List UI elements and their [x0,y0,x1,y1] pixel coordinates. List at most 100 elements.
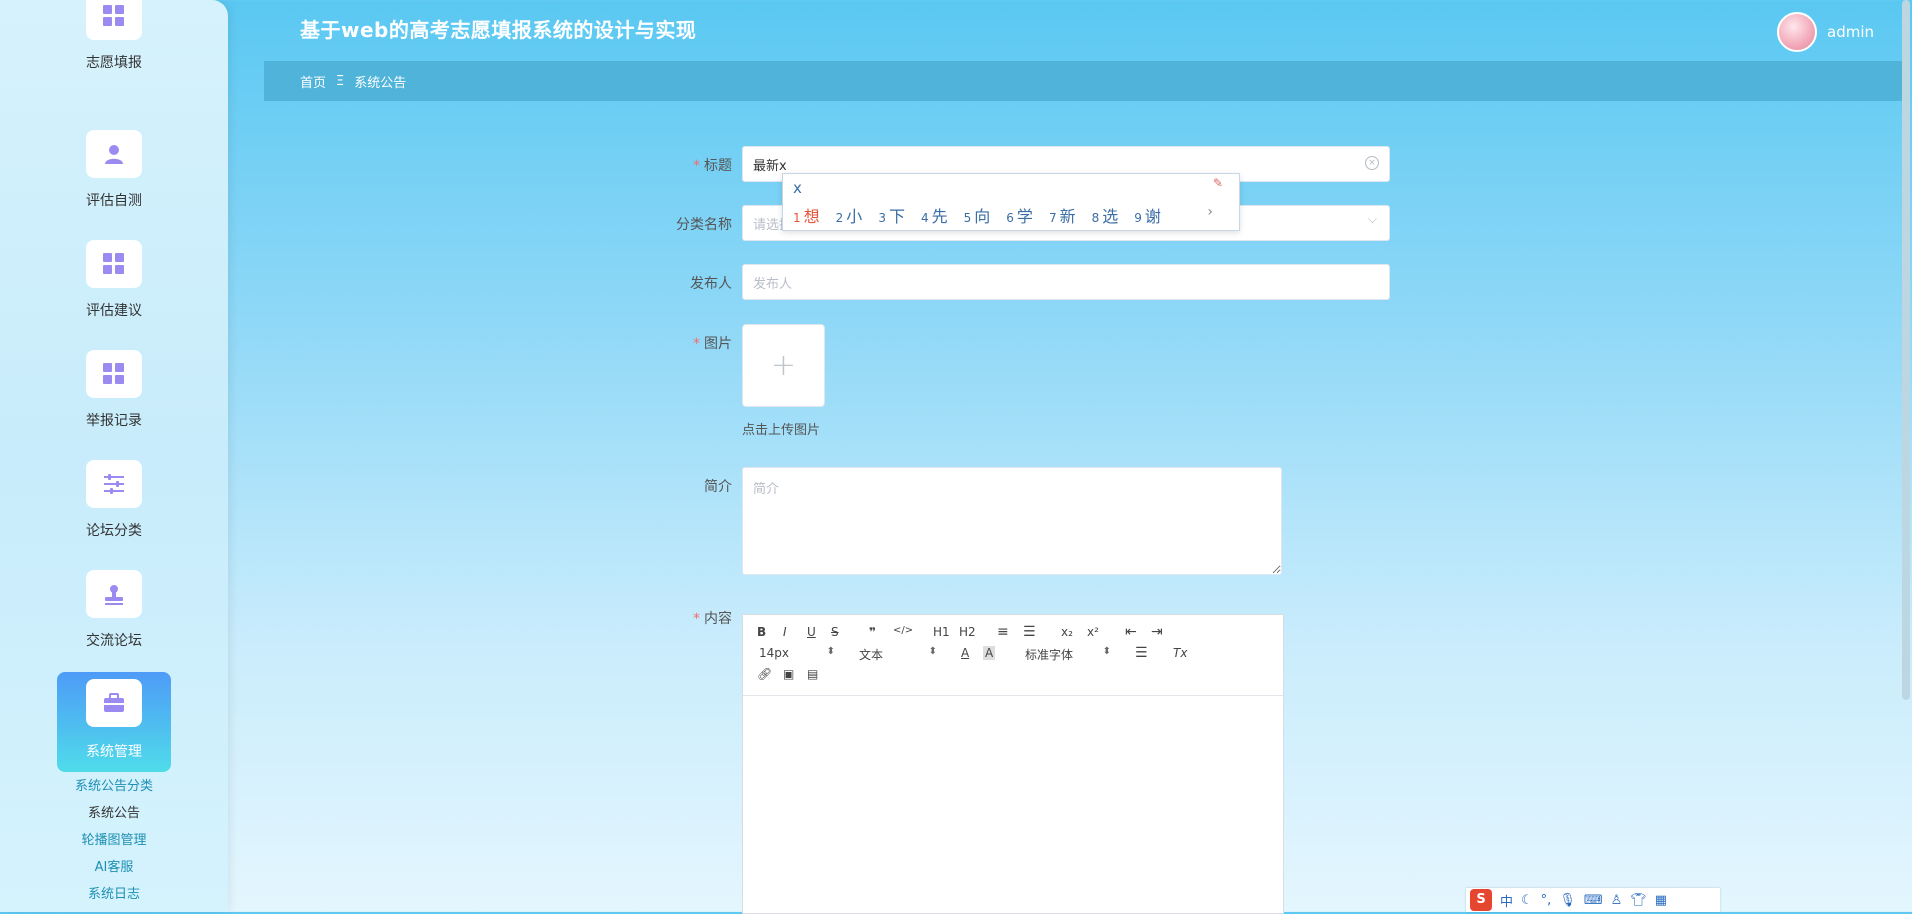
breadcrumb-home[interactable]: 首页 [300,72,326,91]
content-label: * 内容 [693,611,732,627]
category-label: 分类名称 [676,217,732,233]
briefcase-icon [86,679,142,727]
menu-label: 系统管理 [86,744,142,760]
intro-textarea[interactable] [742,467,1282,575]
user-menu[interactable]: admin [1777,12,1874,52]
microphone-icon[interactable]: 🎙︎ [1559,893,1576,908]
image-upload-button[interactable]: + [742,324,825,407]
text-style-select[interactable]: 文本 [859,646,937,663]
ime-candidate[interactable]: 3下 [878,203,905,227]
background-color-icon[interactable]: A [983,646,996,660]
ime-candidate-popup[interactable]: x ✎ 1想 2小 3下 4先 5向 6学 7新 8选 9谢 › [782,173,1240,231]
user-icon [86,130,142,178]
submenu-item-ai-service[interactable]: AI客服 [0,854,228,881]
ime-skin-icon[interactable]: ✎ [1213,176,1235,192]
username[interactable]: admin [1827,23,1874,41]
page-scrollbar[interactable] [1902,0,1910,700]
submenu-item-carousel[interactable]: 轮播图管理 [0,827,228,854]
menu-label: 评估自测 [86,193,142,209]
superscript-button[interactable]: x² [1087,625,1099,639]
subscript-button[interactable]: x₂ [1061,625,1073,639]
menu-label: 论坛分类 [86,523,142,539]
grid-icon [86,350,142,398]
submenu-item-system-log[interactable]: 系统日志 [0,881,228,908]
strike-button[interactable]: S [831,625,839,639]
ime-candidate[interactable]: 9谢 [1134,203,1161,227]
breadcrumb-separator-icon: Ξ [336,73,345,89]
menu-label: 交流论坛 [86,633,142,649]
sidebar: 志愿填报 评估自测 评估建议 举报记录 论坛分类 交流论坛 系统管理 系统公告分… [0,0,228,912]
image-icon[interactable]: ▣ [783,667,794,681]
quote-button[interactable]: ❞ [869,625,876,639]
ime-composition: x [793,179,802,197]
person-icon[interactable]: ♙ [1611,893,1623,908]
rich-text-editor[interactable]: B I U S ❞ </> H1 H2 ≡ ☰ x₂ x² ⇤ ⇥ 14px 文… [742,614,1284,914]
menu-item-system-management[interactable]: 系统管理 [57,672,171,772]
outdent-button[interactable]: ⇤ [1125,624,1137,640]
code-button[interactable]: </> [893,625,913,636]
ime-candidate[interactable]: 5向 [964,203,991,227]
apps-icon[interactable]: ▦ [1655,893,1667,908]
bold-button[interactable]: B [757,625,766,639]
sogou-logo-icon[interactable]: S [1470,889,1492,911]
menu-item-suggestion[interactable]: 评估建议 [57,240,171,340]
ime-candidate[interactable]: 1想 [793,203,820,227]
page-title: 基于web的高考志愿填报系统的设计与实现 [300,18,697,42]
grid-icon [86,0,142,40]
ime-candidate[interactable]: 4先 [921,203,948,227]
intro-label: 简介 [704,479,732,495]
ordered-list-button[interactable]: ≡ [997,624,1009,640]
shirt-icon[interactable]: 👕︎ [1630,893,1647,908]
menu-item-forum[interactable]: 交流论坛 [57,570,171,670]
ime-candidate[interactable]: 8选 [1092,203,1119,227]
publisher-input[interactable]: 发布人 [742,264,1390,300]
breadcrumb: 首页 Ξ 系统公告 [264,61,1902,101]
ime-candidate[interactable]: 6学 [1006,203,1033,227]
title-label: * 标题 [693,158,732,174]
moon-icon[interactable]: ☾ [1521,893,1533,908]
menu-item-volunteer[interactable]: 志愿填报 [57,0,171,92]
menu-item-forum-category[interactable]: 论坛分类 [57,460,171,560]
publisher-label: 发布人 [690,276,732,292]
font-color-icon[interactable]: A [961,646,969,660]
stamp-icon [86,570,142,618]
ime-candidate[interactable]: 7新 [1049,203,1076,227]
upload-hint: 点击上传图片 [742,423,821,438]
align-icon[interactable]: ☰ [1135,645,1148,661]
ime-candidate[interactable]: 2小 [836,203,863,227]
clear-format-icon[interactable]: Tx [1173,646,1187,660]
h1-button[interactable]: H1 [933,625,950,639]
grid-icon [86,240,142,288]
submenu-item-notice[interactable]: 系统公告 [0,800,228,827]
ime-candidate-list: 1想 2小 3下 4先 5向 6学 7新 8选 9谢 [793,203,1161,227]
menu-label: 举报记录 [86,413,142,429]
required-mark: * [693,336,700,352]
submenu: 系统公告分类 系统公告 轮播图管理 AI客服 系统日志 [0,773,228,908]
font-family-select[interactable]: 标准字体 [1025,646,1111,663]
clear-icon[interactable]: × [1365,156,1379,170]
ime-mode-toggle[interactable]: 中 [1500,891,1513,910]
underline-button[interactable]: U [807,625,816,639]
ime-status-bar: S 中 ☾ °, 🎙︎ ⌨ ♙ 👕︎ ▦ [1466,888,1720,912]
italic-button[interactable]: I [783,625,787,639]
video-icon[interactable]: ▤ [807,667,818,681]
menu-label: 评估建议 [86,303,142,319]
punctuation-icon[interactable]: °, [1541,893,1552,908]
indent-button[interactable]: ⇥ [1151,624,1163,640]
chevron-right-icon[interactable]: › [1207,204,1213,220]
avatar[interactable] [1777,12,1817,52]
h2-button[interactable]: H2 [959,625,976,639]
required-mark: * [693,158,700,174]
menu-item-reports[interactable]: 举报记录 [57,350,171,450]
keyboard-icon[interactable]: ⌨ [1584,893,1603,908]
menu-item-self-assessment[interactable]: 评估自测 [57,130,171,230]
submenu-item-notice-category[interactable]: 系统公告分类 [0,773,228,800]
sliders-icon [86,460,142,508]
link-icon[interactable]: 🔗︎ [757,667,772,681]
title-value: 最新x [753,158,787,174]
menu-label: 志愿填报 [86,55,142,71]
required-mark: * [693,611,700,627]
breadcrumb-current: 系统公告 [354,75,407,91]
font-size-select[interactable]: 14px [759,646,835,660]
bullet-list-button[interactable]: ☰ [1023,624,1036,640]
